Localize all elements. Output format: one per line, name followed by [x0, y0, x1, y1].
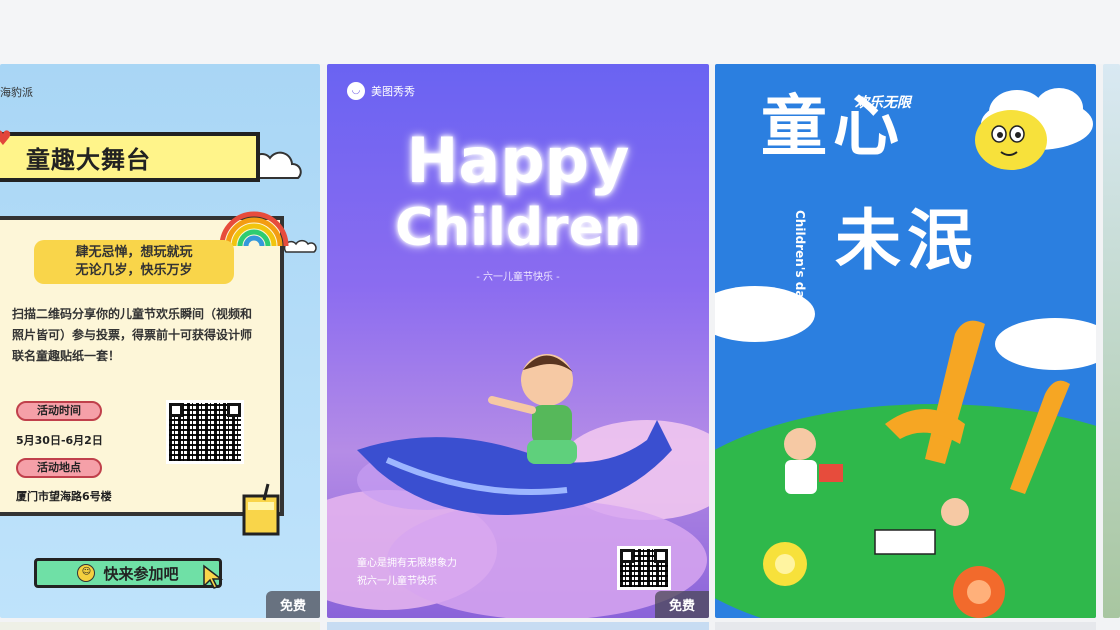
free-badge: 免费 — [266, 591, 320, 618]
qr-code — [617, 546, 671, 590]
sun-face-icon — [975, 110, 1047, 170]
meitu-logo-icon: ◡ — [347, 82, 365, 100]
footer-line-1: 童心是拥有无限想象力 — [357, 558, 457, 569]
template-card-children-stage[interactable]: 海豹派 童趣大舞台 ♥ 肆无忌惮，想玩就玩 无论几岁，快乐万岁 扫描二维码分享你… — [0, 64, 320, 618]
top-bar — [0, 0, 1120, 64]
place-tag: 活动地点 — [16, 458, 102, 478]
card-subtitle: - 六一儿童节快乐 - — [476, 272, 560, 283]
title-line-2: 未泯 — [835, 202, 979, 279]
next-row-card — [715, 622, 1096, 630]
time-tag: 活动时间 — [16, 401, 102, 421]
card-brand: 海豹派 — [0, 86, 33, 99]
qr-code — [166, 400, 244, 464]
template-card-childlike-heart[interactable]: 欢乐无限 童心 未泯 Children's day — [715, 64, 1096, 618]
heart-icon: ♥ — [0, 126, 12, 150]
card-description: 扫描二维码分享你的儿童节欢乐瞬间（视频和照片皆可）参与投票，得票前十可获得设计师… — [12, 307, 253, 363]
slogan-bubble: 肆无忌惮，想玩就玩 无论几岁，快乐万岁 — [34, 240, 234, 284]
brand-name: 美图秀秀 — [371, 85, 415, 98]
join-button-label: 快来参加吧 — [103, 564, 179, 583]
headline-happy: Happy — [406, 124, 630, 197]
next-row-card — [327, 622, 709, 630]
card-title: 童趣大舞台 — [0, 132, 260, 182]
template-card-happy-children[interactable]: ◡ 美图秀秀 Happy Children - 六一儿童节快乐 - 童心是拥有无… — [327, 64, 709, 618]
headline-children: Children — [395, 198, 641, 258]
smile-icon: ☺ — [77, 564, 96, 582]
next-row-card — [0, 622, 320, 630]
slogan-line-1: 肆无忌惮，想玩就玩 — [75, 245, 193, 260]
slogan-line-2: 无论几岁，快乐万岁 — [75, 263, 193, 278]
join-button[interactable]: ☺ 快来参加吧 — [34, 558, 222, 588]
title-line-1: 童心 — [761, 88, 905, 165]
cursor-icon — [203, 564, 224, 589]
template-card-partial[interactable] — [1103, 64, 1120, 618]
drink-icon — [242, 483, 280, 536]
kids-park-illustration — [715, 286, 1096, 618]
time-value: 5月30日-6月2日 — [16, 434, 103, 447]
card-brand: ◡ 美图秀秀 — [347, 82, 415, 100]
place-value: 厦门市望海路6号楼 — [16, 490, 112, 503]
free-badge: 免费 — [655, 591, 709, 618]
footer-line-2: 祝六一儿童节快乐 — [357, 576, 437, 587]
